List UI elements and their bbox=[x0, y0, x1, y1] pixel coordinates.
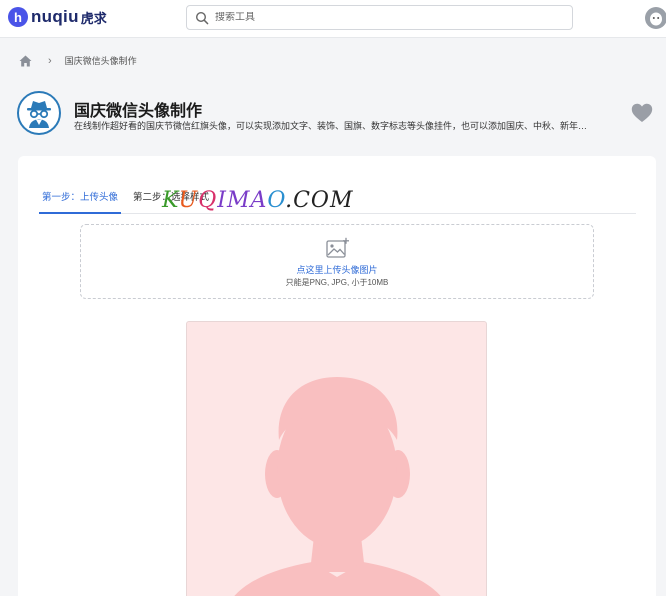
avatar-preview bbox=[186, 321, 487, 596]
person-silhouette-icon bbox=[234, 377, 441, 596]
upload-link[interactable]: 点这里上传头像图片 bbox=[81, 263, 593, 276]
step-tabs: 第一步：上传头像 第二步：选择样式 bbox=[39, 180, 636, 214]
site-logo[interactable]: h nuqiu 虎求 bbox=[8, 7, 107, 27]
upload-hint: 只能是PNG, JPG, 小于10MB bbox=[285, 278, 389, 287]
breadcrumb-current: 国庆微信头像制作 bbox=[64, 56, 137, 66]
avatar-icon bbox=[650, 12, 662, 26]
search-input[interactable] bbox=[215, 12, 555, 23]
spy-icon bbox=[27, 101, 51, 128]
search-box[interactable] bbox=[186, 5, 573, 30]
logo-chinese: 虎求 bbox=[80, 10, 107, 26]
logo-word: nuqiu bbox=[31, 7, 79, 26]
active-tab-indicator bbox=[39, 212, 121, 214]
tool-logo bbox=[17, 91, 61, 135]
tab-step-2[interactable]: 第二步：选择样式 bbox=[133, 189, 209, 203]
tool-card: 第一步：上传头像 第二步：选择样式 点这里上传头像图片 只能是PNG, JPG,… bbox=[18, 156, 656, 596]
breadcrumb: › 国庆微信头像制作 bbox=[19, 54, 137, 67]
home-icon[interactable] bbox=[19, 55, 32, 67]
image-upload-icon bbox=[326, 237, 349, 258]
search-icon bbox=[195, 11, 209, 24]
upload-dropzone[interactable]: 点这里上传头像图片 只能是PNG, JPG, 小于10MB bbox=[80, 224, 594, 299]
heart-icon[interactable] bbox=[631, 103, 653, 123]
logo-mark: h bbox=[8, 7, 28, 27]
top-bar: h nuqiu 虎求 bbox=[0, 0, 666, 38]
tool-description: 在线制作超好看的国庆节微信红旗头像，可以实现添加文字、装饰、国旗、数字标志等头像… bbox=[74, 121, 588, 131]
chevron-right-icon: › bbox=[48, 54, 52, 67]
user-avatar[interactable] bbox=[645, 7, 666, 29]
tab-step-1[interactable]: 第一步：上传头像 bbox=[42, 189, 118, 203]
page-title: 国庆微信头像制作 bbox=[74, 103, 203, 120]
